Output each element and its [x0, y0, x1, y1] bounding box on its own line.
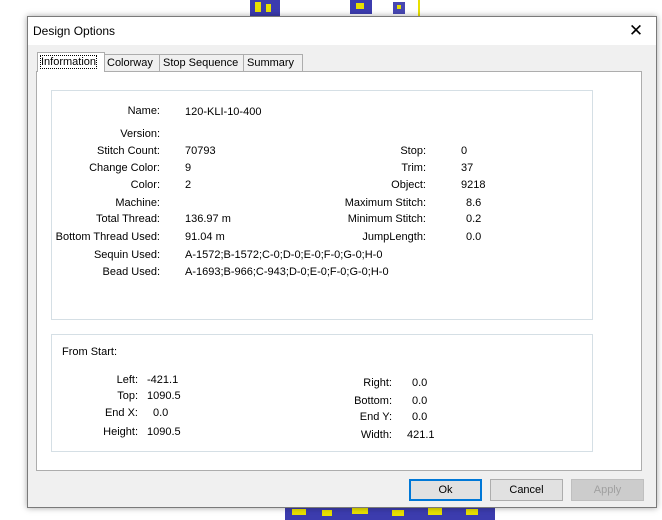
maximum-stitch-label: Maximum Stitch:: [344, 197, 426, 209]
end-x-value: 0.0: [153, 407, 169, 419]
dialog-title: Design Options: [33, 24, 116, 38]
tab-colorway[interactable]: Colorway: [103, 54, 161, 71]
information-tab-page: Name: 120-KLI-10-400 Version: Stitch Cou…: [36, 71, 642, 471]
minimum-stitch-value: 0.2: [466, 213, 482, 225]
title-bar[interactable]: Design Options ✕: [28, 17, 656, 45]
tab-stop-sequence[interactable]: Stop Sequence: [159, 54, 245, 71]
minimum-stitch-label: Minimum Stitch:: [347, 213, 426, 225]
change-color-value: 9: [185, 162, 192, 174]
end-x-label: End X:: [104, 407, 138, 419]
bead-used-label: Bead Used:: [102, 266, 160, 278]
jump-length-label: JumpLength:: [362, 231, 426, 243]
left-value: -421.1: [147, 374, 179, 386]
design-info-group: Name: 120-KLI-10-400 Version: Stitch Cou…: [51, 90, 593, 320]
close-icon: ✕: [628, 21, 644, 40]
end-y-value: 0.0: [412, 411, 428, 423]
bottom-value: 0.0: [412, 395, 428, 407]
tab-information[interactable]: Information: [37, 52, 105, 72]
version-label: Version:: [120, 128, 160, 140]
jump-length-value: 0.0: [466, 231, 482, 243]
color-value: 2: [185, 179, 192, 191]
ok-button[interactable]: Ok: [409, 479, 482, 501]
width-value: 421.1: [407, 429, 435, 441]
stop-label: Stop:: [400, 145, 426, 157]
from-start-group: From Start: Left: -421.1 Top: 1090.5 End…: [51, 334, 593, 452]
maximum-stitch-value: 8.6: [466, 197, 482, 209]
bead-used-value: A-1693;B-966;C-943;D-0;E-0;F-0;G-0;H-0: [185, 266, 389, 278]
change-color-label: Change Color:: [89, 162, 160, 174]
apply-button[interactable]: Apply: [571, 479, 644, 501]
total-thread-label: Total Thread:: [95, 213, 160, 225]
bottom-label: Bottom:: [354, 395, 392, 407]
width-label: Width:: [360, 429, 392, 441]
sequin-used-value: A-1572;B-1572;C-0;D-0;E-0;F-0;G-0;H-0: [185, 249, 383, 261]
bottom-thread-label: Bottom Thread Used:: [55, 231, 160, 243]
embroidery-fragment-top: [250, 0, 420, 16]
name-value: 120-KLI-10-400: [185, 106, 262, 118]
object-value: 9218: [461, 179, 486, 191]
left-label: Left:: [116, 374, 138, 386]
from-start-heading: From Start:: [62, 346, 118, 358]
top-label: Top:: [117, 390, 138, 402]
stop-value: 0: [461, 145, 468, 157]
cancel-button[interactable]: Cancel: [490, 479, 563, 501]
stitch-count-value: 70793: [185, 145, 216, 157]
object-label: Object:: [391, 179, 426, 191]
sequin-used-label: Sequin Used:: [93, 249, 160, 261]
right-label: Right:: [363, 377, 392, 389]
color-label: Color:: [130, 179, 160, 191]
embroidery-fragment-bottom: [285, 506, 495, 520]
bottom-thread-value: 91.04 m: [185, 231, 225, 243]
end-y-label: End Y:: [359, 411, 392, 423]
right-value: 0.0: [412, 377, 428, 389]
trim-label: Trim:: [401, 162, 426, 174]
stitch-count-label: Stitch Count:: [97, 145, 160, 157]
machine-label: Machine:: [115, 197, 160, 209]
top-value: 1090.5: [147, 390, 181, 402]
tab-summary[interactable]: Summary: [243, 54, 303, 71]
total-thread-value: 136.97 m: [185, 213, 231, 225]
height-label: Height:: [103, 426, 138, 438]
height-value: 1090.5: [147, 426, 181, 438]
trim-value: 37: [461, 162, 474, 174]
name-label: Name:: [127, 105, 160, 117]
close-button[interactable]: ✕: [616, 17, 656, 45]
design-options-dialog: Design Options ✕ Information Colorway St…: [27, 16, 657, 508]
